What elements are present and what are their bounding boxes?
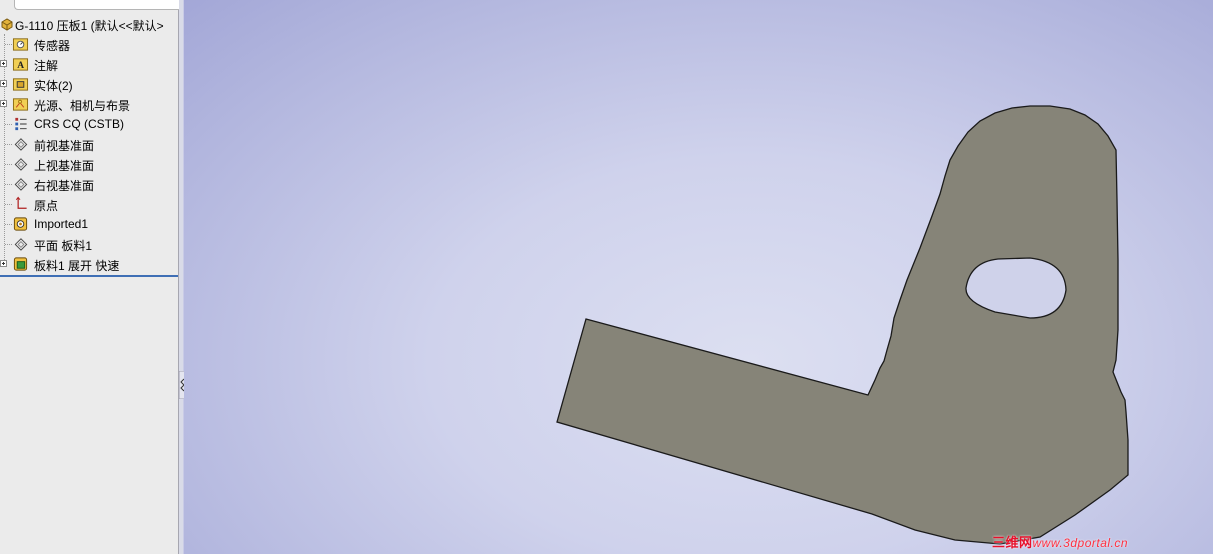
watermark: 三维网www.3dportal.cn — [992, 532, 1128, 551]
tree-connector — [5, 164, 12, 165]
tree-item-label: 平面 板料1 — [34, 239, 93, 253]
tree-item[interactable]: 原点 — [0, 194, 178, 214]
tree-connector — [5, 184, 12, 185]
tree-item[interactable]: 平面 板料1 — [0, 234, 178, 254]
panel-splitter[interactable] — [179, 0, 183, 554]
tree-item[interactable]: A 注解 — [0, 54, 178, 74]
tree-item-label: 光源、相机与布景 — [34, 99, 131, 113]
tree-item-label: 板料1 展开 快速 — [34, 259, 120, 273]
tree-connector — [5, 144, 12, 145]
graphics-viewport[interactable] — [184, 0, 1213, 554]
watermark-prefix: 三维网 — [992, 535, 1033, 550]
watermark-site: www.3dportal.cn — [1032, 536, 1129, 550]
part-icon — [1, 18, 13, 31]
expand-toggle-icon[interactable] — [0, 80, 7, 87]
tree-item[interactable]: 右视基准面 — [0, 174, 178, 194]
tree-connector — [5, 244, 12, 245]
tree-item-label: CRS CQ (CSTB) — [34, 117, 124, 131]
tree-item-label: Imported1 — [34, 217, 89, 231]
rollback-bar[interactable] — [0, 275, 178, 277]
tree-item-label: 上视基准面 — [34, 159, 95, 173]
flat-pattern-icon — [13, 257, 28, 271]
tree-item-label: 前视基准面 — [34, 139, 95, 153]
tree-item[interactable]: 前视基准面 — [0, 134, 178, 154]
imported-feature-icon — [13, 217, 28, 231]
expand-toggle-icon[interactable] — [0, 100, 7, 107]
tree-connector — [5, 124, 12, 125]
tree-item[interactable]: Imported1 — [0, 214, 178, 234]
tree-connector — [5, 224, 12, 225]
sensor-folder-icon — [12, 38, 29, 51]
filter-box[interactable] — [14, 0, 179, 10]
tree-item-label: 传感器 — [34, 39, 71, 53]
tree-item[interactable]: CRS CQ (CSTB) — [0, 114, 178, 134]
plane-icon — [14, 238, 28, 251]
tree-item[interactable]: 实体(2) — [0, 74, 178, 94]
feature-manager-tree[interactable]: G-1110 压板1 (默认<<默认> 传感器 A 注解实体(2) 光源、相机与布景 C… — [0, 0, 179, 554]
expand-toggle-icon[interactable] — [0, 260, 7, 267]
tree-connector — [5, 204, 12, 205]
sheet-metal-part-view[interactable] — [184, 0, 1213, 554]
tree-connector — [5, 44, 12, 45]
origin-icon — [15, 196, 27, 209]
flat-pattern-shape[interactable] — [556, 105, 1129, 545]
solid-bodies-folder-icon — [12, 78, 29, 91]
annotation-folder-icon: A — [12, 58, 29, 71]
plane-icon — [14, 178, 28, 191]
lights-cameras-folder-icon — [12, 98, 29, 111]
tree-item-label: 原点 — [34, 199, 59, 213]
part-name: G-1110 压板1 (默认<<默认> — [15, 19, 164, 33]
tree-item[interactable]: 传感器 — [0, 34, 178, 54]
material-icon — [15, 117, 27, 131]
tree-item[interactable]: 板料1 展开 快速 — [0, 254, 178, 274]
tree-item[interactable]: 光源、相机与布景 — [0, 94, 178, 114]
expand-toggle-icon[interactable] — [0, 60, 7, 67]
tree-root-part[interactable]: G-1110 压板1 (默认<<默认> — [0, 14, 178, 34]
svg-text:A: A — [17, 61, 24, 71]
tree-item-label: 右视基准面 — [34, 179, 95, 193]
tree-item-label: 注解 — [34, 59, 59, 73]
plane-icon — [14, 158, 28, 171]
tree-item-label: 实体(2) — [34, 79, 73, 93]
plane-icon — [14, 138, 28, 151]
tree-item[interactable]: 上视基准面 — [0, 154, 178, 174]
